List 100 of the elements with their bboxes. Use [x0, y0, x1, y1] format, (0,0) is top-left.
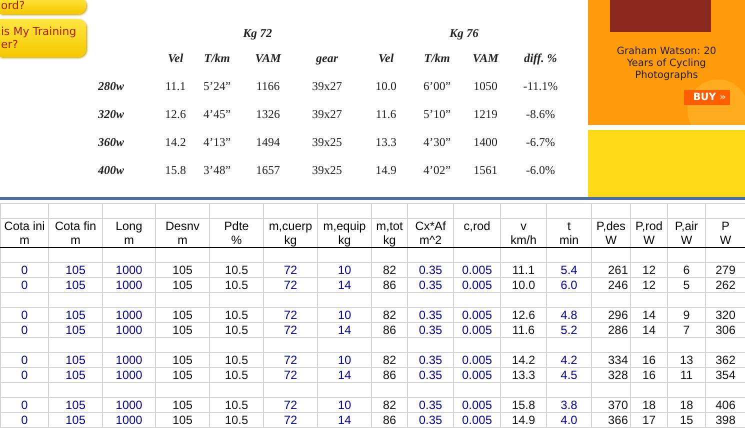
table-cell-text: 4’30” — [422, 134, 452, 150]
table-cell: 10 — [318, 352, 372, 368]
table-cell: 18 — [630, 398, 668, 412]
unit-label: m — [48, 233, 102, 248]
unit-label: m — [102, 233, 156, 248]
table-cell-text: 39x27 — [311, 106, 343, 122]
table-cell-text: 12.6 — [164, 106, 187, 122]
table-cell: 1000 — [102, 322, 156, 338]
table-cell-text: 10.0 — [374, 78, 398, 94]
table-cell: 0.35 — [408, 368, 454, 382]
column-header: VAM — [254, 50, 282, 66]
table-cell-text: 39x25 — [311, 162, 343, 178]
table-cell: 3.8 — [546, 398, 592, 412]
nav-link[interactable]: is My Training er? — [0, 19, 86, 57]
table-cell: 262 — [706, 278, 745, 292]
table-cell: 10.5 — [210, 322, 264, 338]
table-cell-text: 14.9 — [374, 162, 398, 178]
nav-link[interactable]: ord? — [0, 0, 86, 14]
table-cell-text: 4’02” — [422, 162, 452, 178]
table-cell: 0.005 — [454, 352, 500, 368]
table-cell: 105 — [156, 398, 210, 412]
table-cell: 13.3 — [500, 368, 546, 382]
table-cell: 105 — [156, 308, 210, 322]
table-cell: 105 — [156, 412, 210, 428]
table-cell: 15 — [668, 412, 706, 428]
table-cell: 0 — [0, 322, 48, 338]
buy-button[interactable]: BUY » — [684, 90, 730, 105]
table-cell: 370 — [592, 398, 630, 412]
table-cell: 82 — [372, 352, 408, 368]
table-cell: 354 — [706, 368, 745, 382]
row-label: 360w — [98, 134, 126, 150]
table-cell: 0.005 — [454, 278, 500, 292]
table-cell: 246 — [592, 278, 630, 292]
column-header: T/km — [423, 50, 451, 66]
table-cell: 105 — [48, 262, 102, 278]
table-cell-text: 1050 — [472, 78, 498, 94]
table-cell: 0.005 — [454, 262, 500, 278]
table-cell: 12.6 — [500, 308, 546, 322]
table-cell: 362 — [706, 352, 745, 368]
table-cell: 10.0 — [500, 278, 546, 292]
table-cell: 1000 — [102, 352, 156, 368]
table-cell: 14 — [318, 322, 372, 338]
table-cell: 17 — [630, 412, 668, 428]
table-cell: 4.8 — [546, 308, 592, 322]
table-cell: 0 — [0, 368, 48, 382]
unit-label: m — [156, 233, 210, 248]
table-cell-text: 11.1 — [164, 78, 187, 94]
table-cell: 72 — [264, 398, 318, 412]
table-cell: 1000 — [102, 368, 156, 382]
table-cell: 105 — [48, 412, 102, 428]
table-cell-text: 1657 — [255, 162, 281, 178]
table-cell: 105 — [48, 368, 102, 382]
table-cell: 86 — [372, 278, 408, 292]
table-cell: 10 — [318, 308, 372, 322]
table-cell: 6 — [668, 262, 706, 278]
table-cell: 306 — [706, 322, 745, 338]
table-cell: 4.0 — [546, 412, 592, 428]
table-cell: 105 — [48, 308, 102, 322]
table-cell: 1000 — [102, 398, 156, 412]
table-cell: 82 — [372, 308, 408, 322]
table-cell: 4.5 — [546, 368, 592, 382]
table-cell: 0.35 — [408, 322, 454, 338]
table-cell: 12 — [630, 278, 668, 292]
table-cell: 406 — [706, 398, 745, 412]
table-cell: 82 — [372, 398, 408, 412]
unit-label: m — [0, 233, 48, 248]
table-cell: 0.005 — [454, 412, 500, 428]
ad-text: Graham Watson: 20 Years of Cycling Photographs — [616, 46, 718, 82]
table-cell: 5 — [668, 278, 706, 292]
table-cell: 105 — [48, 322, 102, 338]
group-header: Kg 76 — [448, 24, 480, 42]
table-cell: 72 — [264, 352, 318, 368]
table-cell-text: 1326 — [255, 106, 281, 122]
table-cell: 320 — [706, 308, 745, 322]
table-cell: 10.5 — [210, 308, 264, 322]
table-cell-text: 11.6 — [374, 106, 398, 122]
table-cell: 11.1 — [500, 262, 546, 278]
table-cell: 13 — [668, 352, 706, 368]
column-header: T/km — [203, 50, 231, 66]
table-cell-text: 15.8 — [164, 162, 187, 178]
table-cell: 0.005 — [454, 308, 500, 322]
table-cell: 0.35 — [408, 352, 454, 368]
table-cell: 14 — [318, 412, 372, 428]
table-cell: 0.005 — [454, 398, 500, 412]
row-label: 280w — [98, 78, 126, 94]
unit-label: kg — [264, 233, 318, 248]
column-header: diff. % — [522, 50, 558, 66]
table-cell-text: 4’45” — [202, 106, 232, 122]
table-cell: 279 — [706, 262, 745, 278]
table-cell: 16 — [630, 352, 668, 368]
table-cell: 14 — [630, 322, 668, 338]
table-cell-text: 39x27 — [311, 78, 343, 94]
table-cell: 72 — [264, 322, 318, 338]
table-cell: 5.2 — [546, 322, 592, 338]
table-cell-text: 1166 — [255, 78, 281, 94]
table-cell-text: 5’24” — [202, 78, 232, 94]
table-cell: 11 — [668, 368, 706, 382]
table-cell: 0 — [0, 352, 48, 368]
table-cell: 105 — [156, 278, 210, 292]
table-cell: 1000 — [102, 308, 156, 322]
